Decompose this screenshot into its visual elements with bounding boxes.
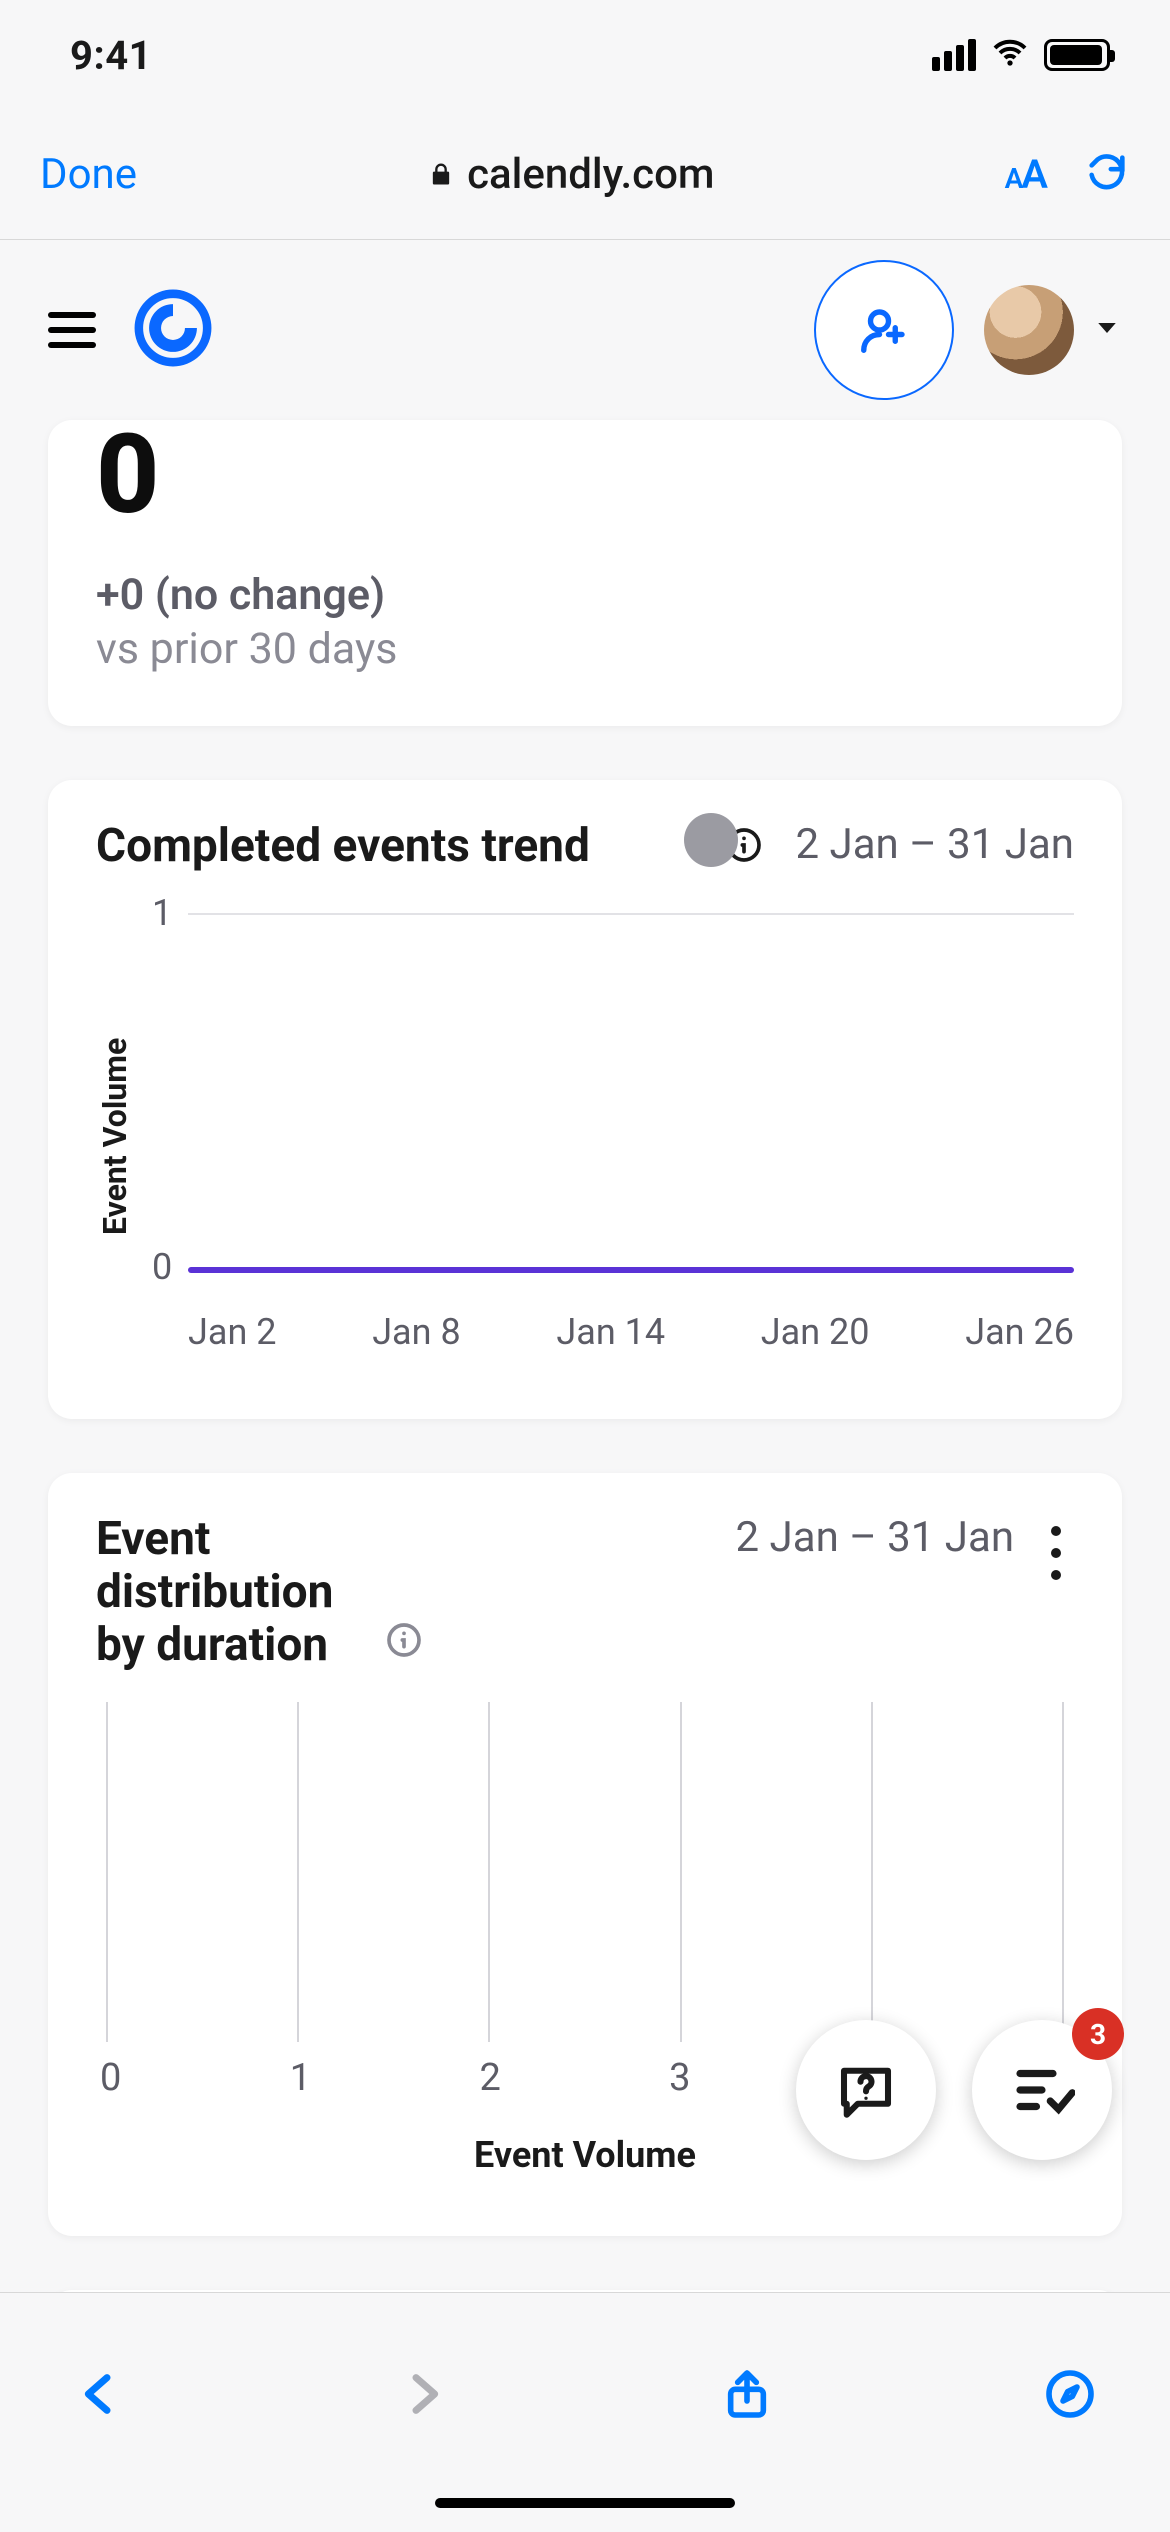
app-header [0, 240, 1170, 420]
share-button[interactable] [719, 2366, 775, 2426]
back-button[interactable] [72, 2366, 128, 2426]
status-time: 9:41 [70, 32, 152, 79]
lock-icon [427, 150, 455, 199]
date-range: 2 Jan – 31 Jan [796, 820, 1074, 869]
x-tick: 2 [479, 2056, 500, 2100]
chevron-down-icon [1092, 313, 1122, 347]
text-size-button[interactable]: AA [1005, 151, 1046, 198]
x-tick: Jan 26 [965, 1311, 1074, 1353]
x-axis-ticks: Jan 2 Jan 8 Jan 14 Jan 20 Jan 26 [188, 1311, 1074, 1353]
metric-compare: vs prior 30 days [96, 624, 1074, 674]
more-button[interactable] [1038, 1513, 1074, 1593]
chart-gridlines [96, 1702, 1074, 2042]
x-tick: Jan 20 [761, 1311, 870, 1353]
x-tick: 0 [100, 2056, 121, 2100]
status-icons [932, 33, 1110, 77]
browser-top-bar: Done calendly.com AA [0, 110, 1170, 240]
gridline [188, 913, 1074, 915]
tasks-button[interactable]: 3 [972, 2020, 1112, 2160]
info-icon[interactable] [380, 1616, 428, 1664]
y-axis-label: Event Volume [96, 901, 134, 1371]
calendly-logo[interactable] [132, 287, 214, 373]
avatar [984, 285, 1074, 375]
info-icon[interactable] [720, 821, 768, 869]
url-display[interactable]: calendly.com [427, 150, 714, 199]
safari-button[interactable] [1042, 2366, 1098, 2426]
tasks-badge: 3 [1072, 2008, 1124, 2060]
cellular-icon [932, 39, 976, 71]
chart-title: Completed events trend [96, 820, 700, 873]
x-tick: 1 [290, 2056, 311, 2100]
trend-chart: Event Volume 1 0 Jan 2 Jan 8 Jan 14 Jan … [96, 901, 1074, 1371]
menu-button[interactable] [48, 312, 96, 348]
account-menu[interactable] [984, 285, 1122, 375]
home-indicator[interactable] [435, 2498, 735, 2508]
metric-change: +0 (no change) [96, 570, 1074, 620]
done-button[interactable]: Done [40, 150, 137, 199]
browser-footer [0, 2292, 1170, 2532]
wifi-icon [990, 33, 1030, 77]
help-chat-button[interactable] [796, 2020, 936, 2160]
chart-title: Event distribution by duration [96, 1513, 356, 1672]
url-text: calendly.com [467, 150, 714, 199]
fab-row: 3 [796, 2020, 1112, 2160]
metric-value: 0 [96, 420, 1074, 530]
y-tick: 1 [152, 892, 172, 934]
scrubber-dot[interactable] [684, 813, 738, 867]
status-bar: 9:41 [0, 0, 1170, 110]
invite-user-button[interactable] [814, 260, 954, 400]
x-tick: Jan 14 [556, 1311, 665, 1353]
y-tick: 0 [152, 1246, 172, 1288]
x-tick: 3 [669, 2056, 690, 2100]
reload-button[interactable] [1084, 150, 1130, 200]
metric-card: 0 +0 (no change) vs prior 30 days [48, 420, 1122, 726]
completed-events-trend-card: Completed events trend 2 Jan – 31 Jan Ev… [48, 780, 1122, 1419]
chart-line [188, 1267, 1074, 1273]
x-tick: Jan 2 [188, 1311, 277, 1353]
x-tick: Jan 8 [372, 1311, 461, 1353]
battery-icon [1044, 39, 1110, 71]
date-range: 2 Jan – 31 Jan [736, 1513, 1014, 1562]
forward-button [395, 2366, 451, 2426]
browser-actions: AA [1005, 150, 1130, 200]
